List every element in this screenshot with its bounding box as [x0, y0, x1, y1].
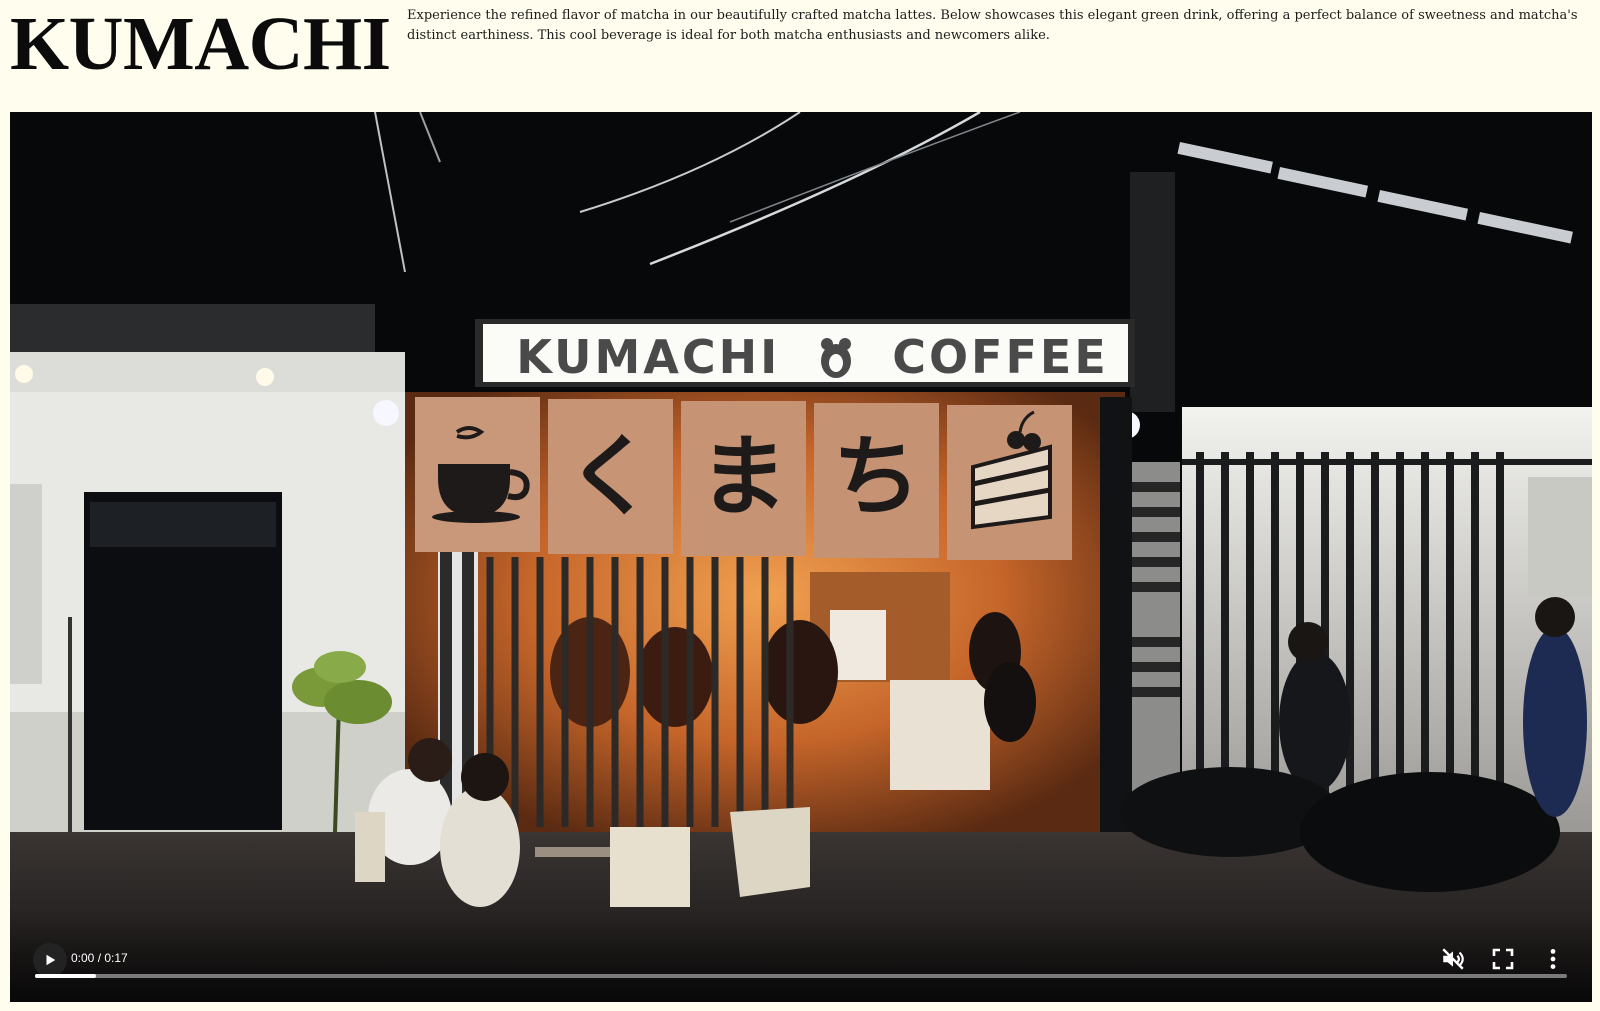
video-player[interactable]: KUMACHI COFFEE く ま ち 0:00 / 0:17: [10, 112, 1592, 1002]
more-vert-icon: [1550, 949, 1556, 969]
volume-muted-icon: [1442, 948, 1464, 970]
more-options-button[interactable]: [1540, 946, 1566, 972]
curtain-glyph-ku: く: [566, 425, 655, 528]
bear-logo-icon: [818, 336, 854, 378]
video-controls-bar: [10, 912, 1592, 1002]
video-progress-bar[interactable]: [35, 974, 1567, 978]
curtain-glyph-chi: ち: [832, 425, 921, 528]
sign-right-text: COFFEE: [892, 330, 1109, 384]
time-display: 0:00 / 0:17: [71, 951, 128, 965]
play-icon: [46, 954, 56, 966]
fullscreen-icon: [1492, 948, 1514, 970]
play-button[interactable]: [33, 943, 67, 977]
page-description: Experience the refined flavor of matcha …: [407, 8, 1578, 43]
sign-left-text: KUMACHI: [516, 330, 781, 384]
shop-sign: KUMACHI COFFEE: [485, 330, 1140, 384]
video-frame: [10, 112, 1592, 1002]
fullscreen-button[interactable]: [1491, 947, 1515, 971]
curtain-glyph-ma: ま: [699, 425, 788, 528]
mute-button[interactable]: [1440, 946, 1466, 972]
video-progress-fill: [35, 974, 97, 978]
brand-title: KUMACHI: [10, 2, 391, 86]
